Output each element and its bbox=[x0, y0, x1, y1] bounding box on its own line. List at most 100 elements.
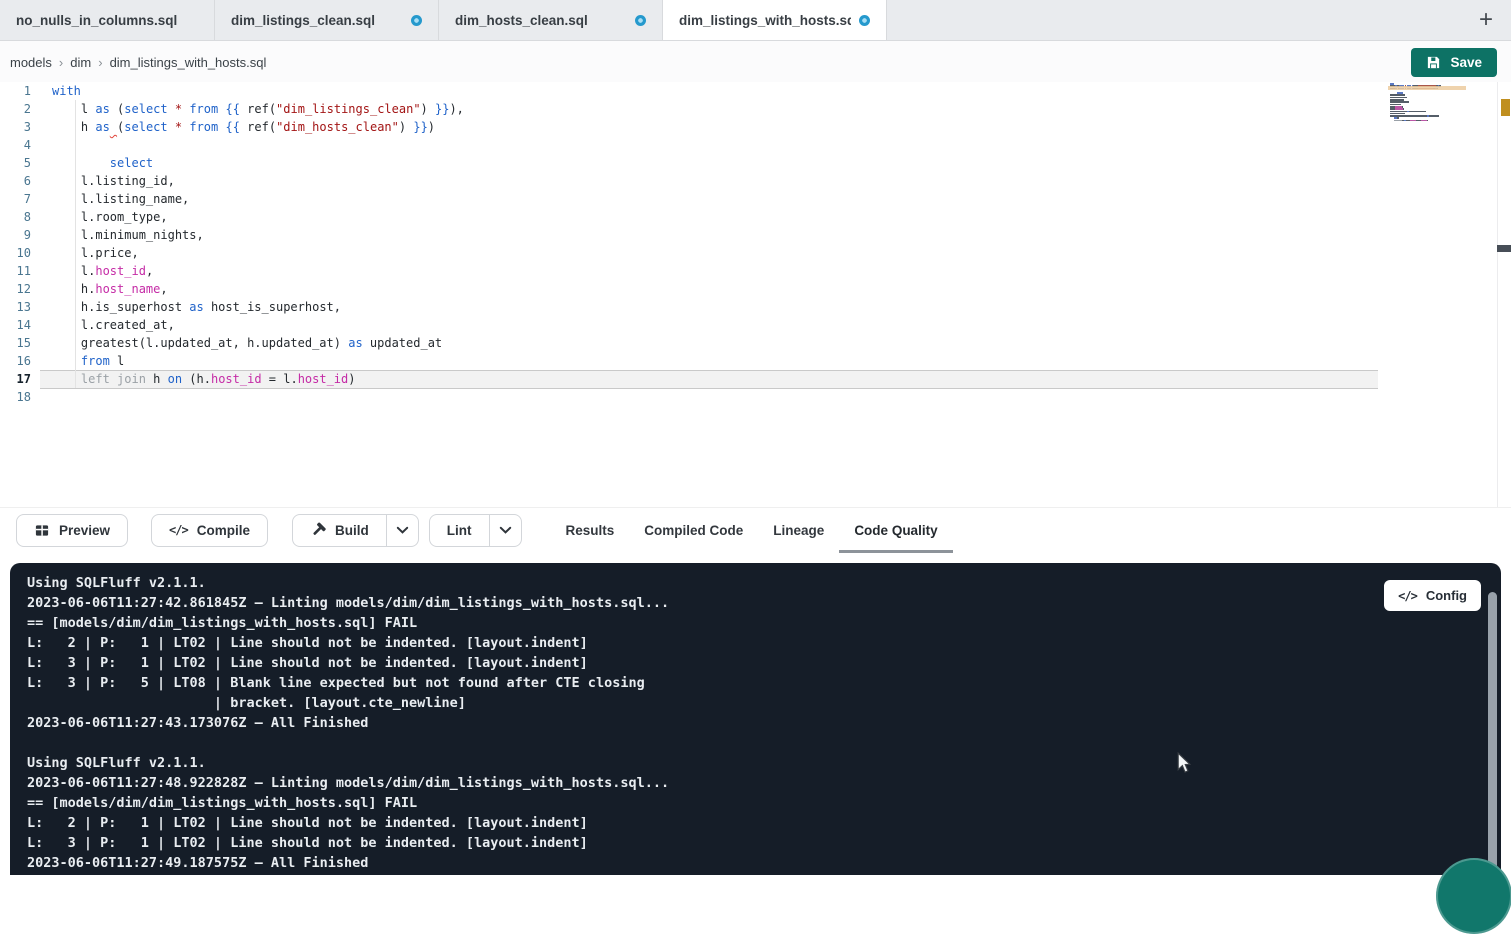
chevron-down-icon bbox=[499, 526, 512, 535]
terminal-scrollbar-thumb[interactable] bbox=[1488, 592, 1497, 875]
compile-button-label: Compile bbox=[197, 523, 250, 538]
breadcrumb-item[interactable]: dim_listings_with_hosts.sql bbox=[110, 55, 267, 70]
code-icon: </> bbox=[169, 523, 188, 537]
code-line: l.listing_id, bbox=[52, 172, 464, 190]
code-line: from l bbox=[52, 352, 464, 370]
lint-button-label: Lint bbox=[447, 523, 472, 538]
new-tab-button[interactable]: + bbox=[1471, 5, 1501, 35]
help-chat-bubble[interactable] bbox=[1436, 858, 1511, 934]
save-button[interactable]: Save bbox=[1411, 48, 1497, 77]
preview-button[interactable]: Preview bbox=[16, 514, 128, 547]
line-number: 14 bbox=[0, 316, 44, 334]
tab-label: dim_listings_with_hosts.sql bbox=[679, 13, 851, 28]
line-number: 17 bbox=[0, 370, 44, 388]
terminal-line: Using SQLFluff v2.1.1. bbox=[27, 753, 669, 773]
breadcrumb-item[interactable]: models bbox=[10, 55, 52, 70]
breadcrumb-separator: › bbox=[98, 55, 102, 70]
line-number: 7 bbox=[0, 190, 44, 208]
config-button[interactable]: </> Config bbox=[1384, 580, 1481, 611]
terminal-line: 2023-06-06T11:27:48.922828Z — Linting mo… bbox=[27, 773, 669, 793]
preview-button-label: Preview bbox=[59, 523, 110, 538]
line-number: 1 bbox=[0, 82, 44, 100]
tab-dim_listings_with_hosts.sql[interactable]: dim_listings_with_hosts.sql bbox=[663, 0, 887, 40]
breadcrumb: models › dim › dim_listings_with_hosts.sql bbox=[10, 55, 266, 70]
line-number: 9 bbox=[0, 226, 44, 244]
unsaved-dot-icon[interactable] bbox=[635, 15, 646, 26]
line-number: 11 bbox=[0, 262, 44, 280]
code-line: l.price, bbox=[52, 244, 464, 262]
line-number: 16 bbox=[0, 352, 44, 370]
tab-bar: no_nulls_in_columns.sql dim_listings_clea… bbox=[0, 0, 1511, 41]
action-toolbar: Preview </> Compile Build Lint ResultsCompil… bbox=[0, 507, 1511, 552]
tab-dim_listings_clean.sql[interactable]: dim_listings_clean.sql bbox=[215, 0, 439, 40]
chevron-down-icon bbox=[396, 526, 409, 535]
terminal-output: Using SQLFluff v2.1.1.2023-06-06T11:27:4… bbox=[27, 573, 669, 873]
code-line: h as (select * from {{ ref("dim_hosts_cl… bbox=[52, 118, 464, 136]
tab-no_nulls_in_columns.sql[interactable]: no_nulls_in_columns.sql bbox=[0, 0, 215, 40]
grid-icon bbox=[34, 523, 50, 538]
editor-scrollbar-thumb[interactable] bbox=[1497, 245, 1511, 252]
code-line: l.room_type, bbox=[52, 208, 464, 226]
tab-label: dim_hosts_clean.sql bbox=[455, 13, 627, 28]
config-button-label: Config bbox=[1426, 588, 1467, 603]
panel-tab-compiled-code[interactable]: Compiled Code bbox=[629, 508, 758, 553]
terminal-line: == [models/dim/dim_listings_with_hosts.s… bbox=[27, 793, 669, 813]
tab-dim_hosts_clean.sql[interactable]: dim_hosts_clean.sql bbox=[439, 0, 663, 40]
line-number: 13 bbox=[0, 298, 44, 316]
panel-tabs: ResultsCompiled CodeLineageCode Quality bbox=[551, 508, 953, 553]
lint-button[interactable]: Lint bbox=[429, 514, 522, 547]
code-line: h.is_superhost as host_is_superhost, bbox=[52, 298, 464, 316]
code-line: l as (select * from {{ ref("dim_listings… bbox=[52, 100, 464, 118]
lint-dropdown-toggle[interactable] bbox=[489, 515, 521, 546]
terminal-line: Using SQLFluff v2.1.1. bbox=[27, 573, 669, 593]
terminal-line: L: 3 | P: 1 | LT02 | Line should not be … bbox=[27, 833, 669, 853]
line-number: 18 bbox=[0, 388, 44, 406]
panel-tab-code-quality[interactable]: Code Quality bbox=[839, 508, 952, 553]
build-button-main[interactable]: Build bbox=[293, 515, 386, 546]
tab-label: no_nulls_in_columns.sql bbox=[16, 13, 198, 28]
panel-tab-results[interactable]: Results bbox=[551, 508, 630, 553]
line-number: 12 bbox=[0, 280, 44, 298]
code-line bbox=[52, 136, 464, 154]
panel-tab-lineage[interactable]: Lineage bbox=[758, 508, 839, 553]
code-content[interactable]: with l as (select * from {{ ref("dim_lis… bbox=[52, 82, 464, 406]
minimap-lint-highlight bbox=[1388, 86, 1466, 91]
terminal-line: | bracket. [layout.cte_newline] bbox=[27, 693, 669, 713]
build-button[interactable]: Build bbox=[292, 514, 419, 547]
unsaved-dot-icon[interactable] bbox=[411, 15, 422, 26]
lint-button-main[interactable]: Lint bbox=[430, 515, 489, 546]
terminal-line: L: 2 | P: 1 | LT02 | Line should not be … bbox=[27, 633, 669, 653]
line-number: 2 bbox=[0, 100, 44, 118]
editor-scrollbar[interactable] bbox=[1497, 82, 1511, 507]
compile-button-main[interactable]: </> Compile bbox=[152, 515, 267, 546]
editor-minimap[interactable] bbox=[1390, 83, 1462, 203]
code-editor[interactable]: 123456789101112131415161718 with l as (s… bbox=[0, 82, 1511, 507]
line-number: 4 bbox=[0, 136, 44, 154]
code-line: l.minimum_nights, bbox=[52, 226, 464, 244]
line-number: 15 bbox=[0, 334, 44, 352]
breadcrumb-separator: › bbox=[59, 55, 63, 70]
code-line: select bbox=[52, 154, 464, 172]
hammer-icon bbox=[310, 522, 326, 538]
breadcrumb-item[interactable]: dim bbox=[70, 55, 91, 70]
file-header-bar: models › dim › dim_listings_with_hosts.sql S… bbox=[0, 41, 1511, 84]
build-dropdown-toggle[interactable] bbox=[386, 515, 418, 546]
terminal-line: L: 2 | P: 1 | LT02 | Line should not be … bbox=[27, 813, 669, 833]
code-icon: </> bbox=[1398, 589, 1417, 603]
lint-output-terminal: Using SQLFluff v2.1.1.2023-06-06T11:27:4… bbox=[10, 563, 1501, 875]
tab-label: dim_listings_clean.sql bbox=[231, 13, 403, 28]
save-button-label: Save bbox=[1450, 55, 1482, 70]
terminal-line bbox=[27, 733, 669, 753]
terminal-line: 2023-06-06T11:27:42.861845Z — Linting mo… bbox=[27, 593, 669, 613]
unsaved-dot-icon[interactable] bbox=[859, 15, 870, 26]
code-line bbox=[52, 388, 464, 406]
line-number-gutter: 123456789101112131415161718 bbox=[0, 82, 44, 406]
build-button-label: Build bbox=[335, 523, 369, 538]
preview-button-main[interactable]: Preview bbox=[17, 515, 127, 546]
code-line: left join h on (h.host_id = l.host_id) bbox=[52, 370, 464, 388]
compile-button[interactable]: </> Compile bbox=[151, 514, 268, 547]
terminal-line: == [models/dim/dim_listings_with_hosts.s… bbox=[27, 613, 669, 633]
code-line: l.listing_name, bbox=[52, 190, 464, 208]
lint-warning-marker bbox=[1501, 99, 1510, 116]
code-line: with bbox=[52, 82, 464, 100]
